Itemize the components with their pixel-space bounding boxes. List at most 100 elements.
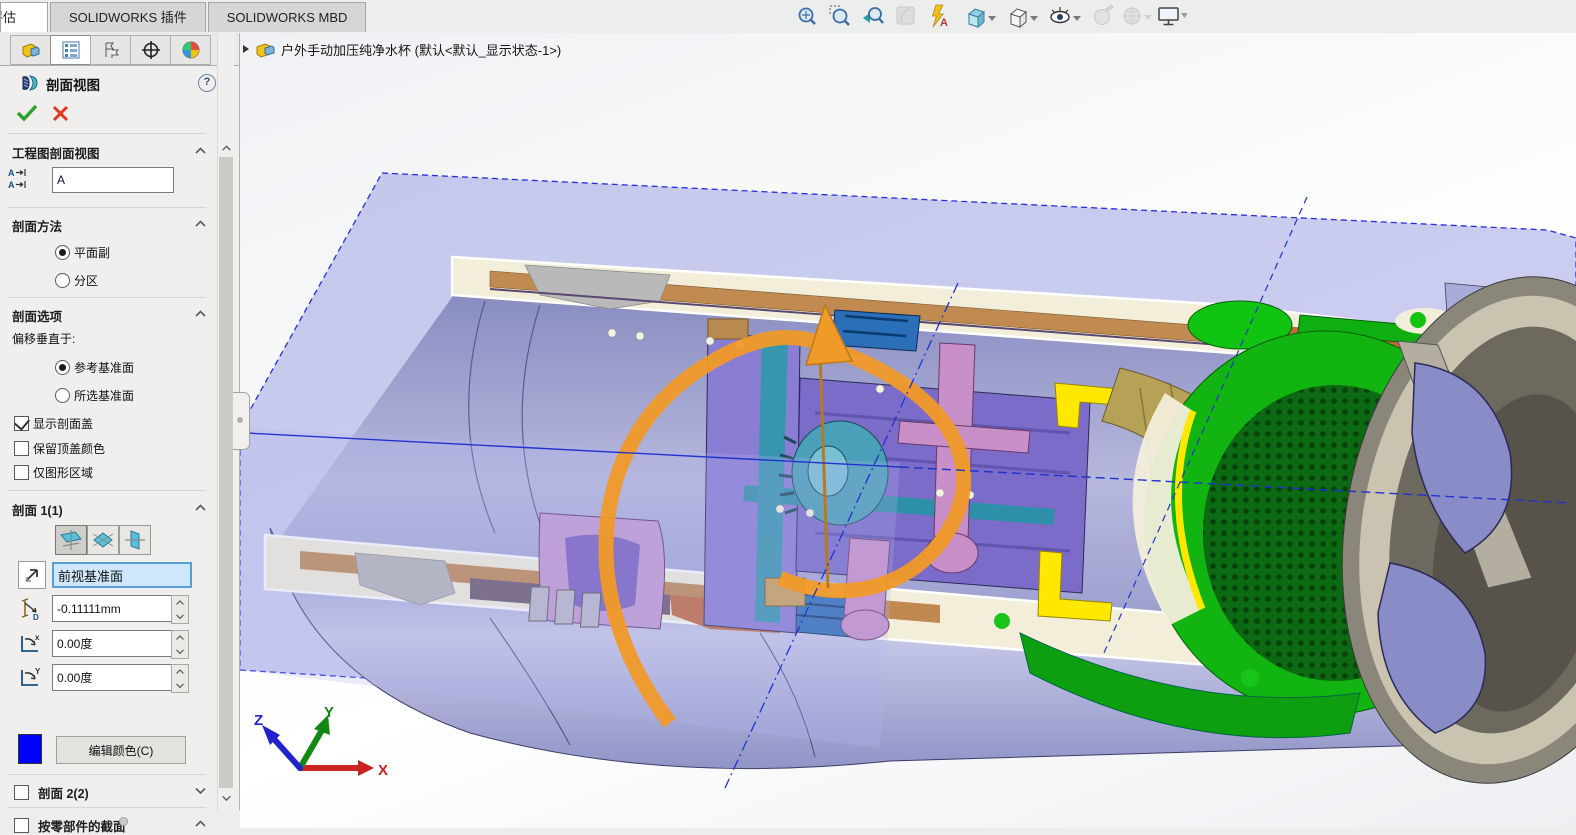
- hide-show-items-icon[interactable]: [1051, 7, 1081, 23]
- spinner-up-icon[interactable]: [175, 599, 185, 606]
- section-plane-xy-button[interactable]: [55, 525, 87, 555]
- radio-selected-plane-label[interactable]: 所选基准面: [74, 387, 134, 404]
- chevron-down-icon[interactable]: [988, 16, 996, 21]
- reference-plane-value: 前视基准面: [58, 566, 123, 585]
- radio-zonal[interactable]: [55, 273, 70, 288]
- scrollbar-down-button[interactable]: [218, 790, 234, 806]
- collapse-chevron-icon[interactable]: [194, 309, 207, 318]
- reverse-direction-button[interactable]: [18, 561, 46, 589]
- help-icon[interactable]: ?: [198, 74, 216, 92]
- radio-reference-plane[interactable]: [55, 360, 70, 375]
- radio-reference-plane-label[interactable]: 参考基准面: [74, 359, 134, 376]
- group-header-section-by-component[interactable]: 按零部件的截面: [38, 816, 126, 835]
- spinner-down-icon[interactable]: [175, 682, 185, 689]
- checkbox-show-section-cap[interactable]: [14, 416, 29, 431]
- checkbox-keep-cap-color-label[interactable]: 保留顶盖颜色: [33, 440, 105, 457]
- section-plane-yz-button[interactable]: [119, 525, 151, 555]
- x-rotation-value: 0.00度: [57, 635, 92, 652]
- previous-view-icon[interactable]: [863, 8, 883, 23]
- chevron-down-icon[interactable]: [1030, 16, 1038, 21]
- flyout-tree-arrow-icon[interactable]: [243, 45, 249, 53]
- edit-color-button[interactable]: 编辑颜色(C): [56, 736, 186, 764]
- chevron-down-icon[interactable]: [1073, 16, 1081, 21]
- zoom-to-area-icon[interactable]: [830, 6, 849, 25]
- svg-text:D: D: [33, 613, 39, 621]
- tab-display-manager[interactable]: [170, 35, 211, 65]
- tab-feature-manager[interactable]: [10, 35, 51, 65]
- panel-resize-handle[interactable]: [119, 817, 128, 826]
- checkbox-graphics-area-only-label[interactable]: 仅图形区域: [33, 464, 93, 481]
- apply-scene-icon[interactable]: [1124, 8, 1152, 24]
- view-orientation-icon[interactable]: [969, 9, 996, 27]
- y-rotation-spinner[interactable]: [171, 664, 189, 693]
- section-label-value: A: [57, 173, 65, 187]
- collapse-chevron-icon[interactable]: [194, 219, 207, 228]
- ribbon-tab-evaluate[interactable]: 评估: [0, 2, 48, 32]
- svg-text:x: x: [35, 633, 40, 642]
- group-header-section2[interactable]: 剖面 2(2): [38, 783, 89, 802]
- model-scene[interactable]: X Y Z: [240, 33, 1576, 828]
- spinner-up-icon[interactable]: [175, 668, 185, 675]
- chevron-down-icon[interactable]: [1181, 13, 1187, 18]
- group-header-section-options[interactable]: 剖面选项: [12, 306, 62, 325]
- section-plane-xz-button[interactable]: [87, 525, 119, 555]
- spinner-down-icon[interactable]: [175, 648, 185, 655]
- checkbox-section-by-component[interactable]: [14, 818, 29, 833]
- panel-scrollbar[interactable]: [217, 33, 234, 810]
- tab-property-manager[interactable]: [50, 35, 91, 65]
- top-ribbon-strip: 评估 SOLIDWORKS 插件 SOLIDWORKS MBD: [0, 0, 1576, 34]
- sectioned-model[interactable]: [240, 252, 1576, 807]
- cancel-button[interactable]: [52, 105, 69, 127]
- view-settings-icon[interactable]: [1159, 8, 1187, 25]
- y-rotation-value: 0.00度: [57, 669, 92, 686]
- spinner-down-icon[interactable]: [175, 613, 185, 620]
- panel-title: 剖面视图: [46, 74, 100, 94]
- zoom-to-fit-icon[interactable]: [800, 9, 816, 25]
- feature-manager-icon: [21, 40, 41, 60]
- configuration-manager-icon: [101, 40, 121, 60]
- scrollbar-thumb[interactable]: [219, 157, 233, 788]
- collapse-chevron-icon[interactable]: [194, 819, 207, 828]
- radio-planar[interactable]: [55, 245, 70, 260]
- chevron-down-icon[interactable]: [1144, 15, 1152, 20]
- section-color-swatch[interactable]: [18, 734, 42, 764]
- document-title[interactable]: 户外手动加压纯净水杯 (默认<默认_显示状态-1>): [281, 40, 561, 59]
- spinner-up-icon[interactable]: [175, 634, 185, 641]
- ok-button[interactable]: [16, 104, 38, 127]
- dynamic-annotation-views-icon[interactable]: A: [933, 5, 949, 29]
- ribbon-tab-solidworks-addins[interactable]: SOLIDWORKS 插件: [50, 2, 206, 32]
- checkbox-section2[interactable]: [14, 785, 29, 800]
- reference-plane-field[interactable]: 前视基准面: [52, 562, 192, 588]
- section-label-input[interactable]: A: [52, 167, 174, 193]
- group-header-section1[interactable]: 剖面 1(1): [12, 500, 63, 519]
- x-rotation-spinner[interactable]: [171, 630, 189, 659]
- panel-collapse-handle[interactable]: [233, 392, 250, 450]
- y-rotation-input[interactable]: 0.00度: [52, 664, 180, 691]
- offset-distance-spinner[interactable]: [171, 595, 189, 624]
- display-style-icon[interactable]: [1011, 9, 1038, 27]
- scrollbar-up-button[interactable]: [218, 140, 234, 156]
- svg-text:A: A: [8, 180, 15, 190]
- group-header-drawing-section-view[interactable]: 工程图剖面视图: [12, 143, 100, 162]
- document-title-row: 户外手动加压纯净水杯 (默认<默认_显示状态-1>): [243, 39, 561, 59]
- dimxpert-icon: [141, 40, 161, 60]
- tab-dimxpert-manager[interactable]: [130, 35, 171, 65]
- graphics-area[interactable]: X Y Z 户外手动加压纯净水杯 (默认<默认_显示状态-1>): [240, 33, 1576, 828]
- radio-planar-label[interactable]: 平面副: [74, 244, 110, 261]
- section-view-property-page: 剖面视图 ? 工程图剖面视图 A A A 剖面方法 平面副 分区: [0, 66, 216, 810]
- group-header-section-method[interactable]: 剖面方法: [12, 216, 62, 235]
- collapse-chevron-icon[interactable]: [194, 503, 207, 512]
- radio-zonal-label[interactable]: 分区: [74, 272, 98, 289]
- collapse-chevron-icon[interactable]: [194, 146, 207, 155]
- tab-configuration-manager[interactable]: [90, 35, 131, 65]
- checkbox-show-section-cap-label[interactable]: 显示剖面盖: [33, 415, 93, 432]
- checkbox-graphics-area-only[interactable]: [14, 465, 29, 480]
- section-view-icon[interactable]: [897, 7, 914, 24]
- x-rotation-input[interactable]: 0.00度: [52, 630, 180, 657]
- checkbox-keep-cap-color[interactable]: [14, 441, 29, 456]
- edit-appearance-icon[interactable]: [1095, 5, 1114, 25]
- offset-distance-input[interactable]: -0.11111mm: [52, 595, 180, 622]
- ribbon-tab-solidworks-mbd[interactable]: SOLIDWORKS MBD: [208, 2, 367, 32]
- expand-chevron-icon[interactable]: [194, 786, 207, 795]
- radio-selected-plane[interactable]: [55, 388, 70, 403]
